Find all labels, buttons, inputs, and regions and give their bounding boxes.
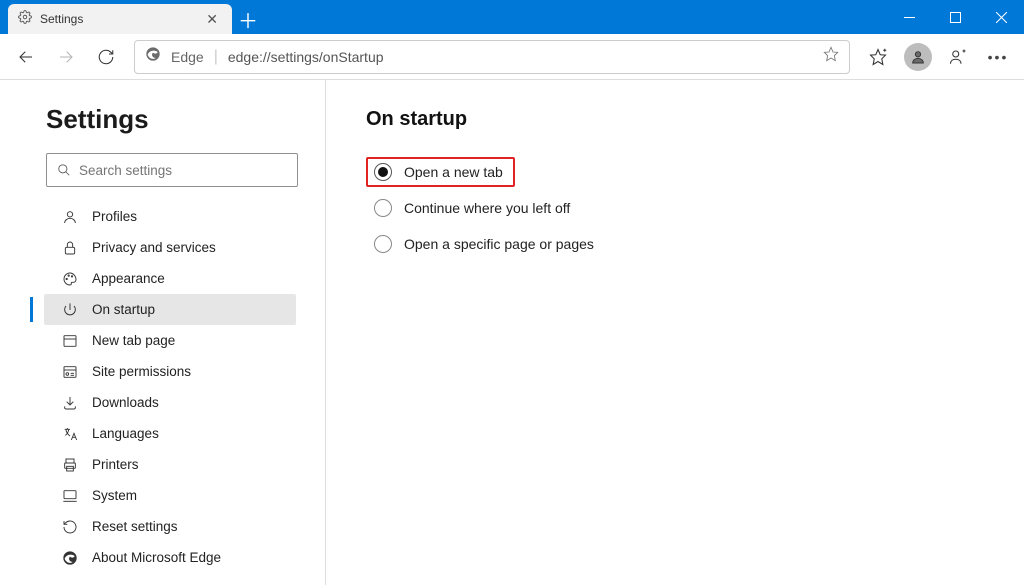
address-url: edge://settings/onStartup [228,49,813,65]
sidebar-item-label: About Microsoft Edge [92,550,221,565]
radio-icon [374,235,392,253]
radio-label: Open a new tab [404,164,503,180]
favorite-star-icon[interactable] [823,46,839,67]
address-brand: Edge [171,49,204,65]
radio-icon [374,163,392,181]
sidebar-item-label: Languages [92,426,159,441]
ellipsis-icon: ••• [988,49,1009,65]
sidebar-item-languages[interactable]: Languages [44,418,296,449]
radio-label: Open a specific page or pages [404,236,594,252]
window-maximize-button[interactable] [932,0,978,34]
sidebar-item-printers[interactable]: Printers [44,449,296,480]
sidebar-item-privacy[interactable]: Privacy and services [44,232,296,263]
sidebar-item-site-permissions[interactable]: Site permissions [44,356,296,387]
refresh-button[interactable] [88,39,124,75]
forward-button[interactable] [48,39,84,75]
sidebar-item-new-tab-page[interactable]: New tab page [44,325,296,356]
sidebar-item-label: Appearance [92,271,165,286]
section-heading: On startup [366,108,984,131]
content-area: Settings Profiles Privacy and services A… [0,80,1024,585]
address-separator: | [214,48,218,66]
settings-sidebar: Settings Profiles Privacy and services A… [0,80,326,585]
avatar [904,43,932,71]
window-minimize-button[interactable] [886,0,932,34]
gear-icon [18,10,32,29]
sidebar-item-label: Downloads [92,395,159,410]
sidebar-item-profiles[interactable]: Profiles [44,201,296,232]
window-close-button[interactable] [978,0,1024,34]
profile-button[interactable] [900,39,936,75]
window-titlebar: Settings ✕ ＋ [0,0,1024,34]
sidebar-item-system[interactable]: System [44,480,296,511]
page-title: Settings [46,104,307,135]
account-button[interactable] [940,39,976,75]
settings-main: On startup Open a new tab Continue where… [326,80,1024,585]
radio-label: Continue where you left off [404,200,570,216]
radio-continue-where-left-off[interactable]: Continue where you left off [366,193,578,223]
radio-open-specific-page[interactable]: Open a specific page or pages [366,229,602,259]
sidebar-item-appearance[interactable]: Appearance [44,263,296,294]
back-button[interactable] [8,39,44,75]
radio-icon [374,199,392,217]
on-startup-radio-group: Open a new tab Continue where you left o… [366,157,984,259]
sidebar-item-label: Privacy and services [92,240,216,255]
sidebar-item-about[interactable]: About Microsoft Edge [44,542,296,573]
search-icon [57,163,71,177]
radio-open-new-tab[interactable]: Open a new tab [366,157,515,187]
new-tab-button[interactable]: ＋ [232,4,264,34]
sidebar-item-label: System [92,488,137,503]
search-settings-input[interactable] [46,153,298,187]
more-menu-button[interactable]: ••• [980,39,1016,75]
sidebar-item-label: Reset settings [92,519,178,534]
search-input[interactable] [79,163,287,178]
sidebar-item-label: Printers [92,457,139,472]
sidebar-item-label: On startup [92,302,155,317]
settings-nav: Profiles Privacy and services Appearance… [30,201,307,573]
sidebar-item-label: Profiles [92,209,137,224]
sidebar-item-label: New tab page [92,333,175,348]
sidebar-item-downloads[interactable]: Downloads [44,387,296,418]
close-icon[interactable]: ✕ [202,10,222,28]
sidebar-item-reset-settings[interactable]: Reset settings [44,511,296,542]
edge-logo-icon [145,46,161,67]
browser-tab[interactable]: Settings ✕ [8,4,232,34]
sidebar-item-label: Site permissions [92,364,191,379]
sidebar-item-on-startup[interactable]: On startup [44,294,296,325]
address-bar[interactable]: Edge | edge://settings/onStartup [134,40,850,74]
browser-toolbar: Edge | edge://settings/onStartup ••• [0,34,1024,80]
tab-label: Settings [40,12,194,26]
favorites-button[interactable] [860,39,896,75]
